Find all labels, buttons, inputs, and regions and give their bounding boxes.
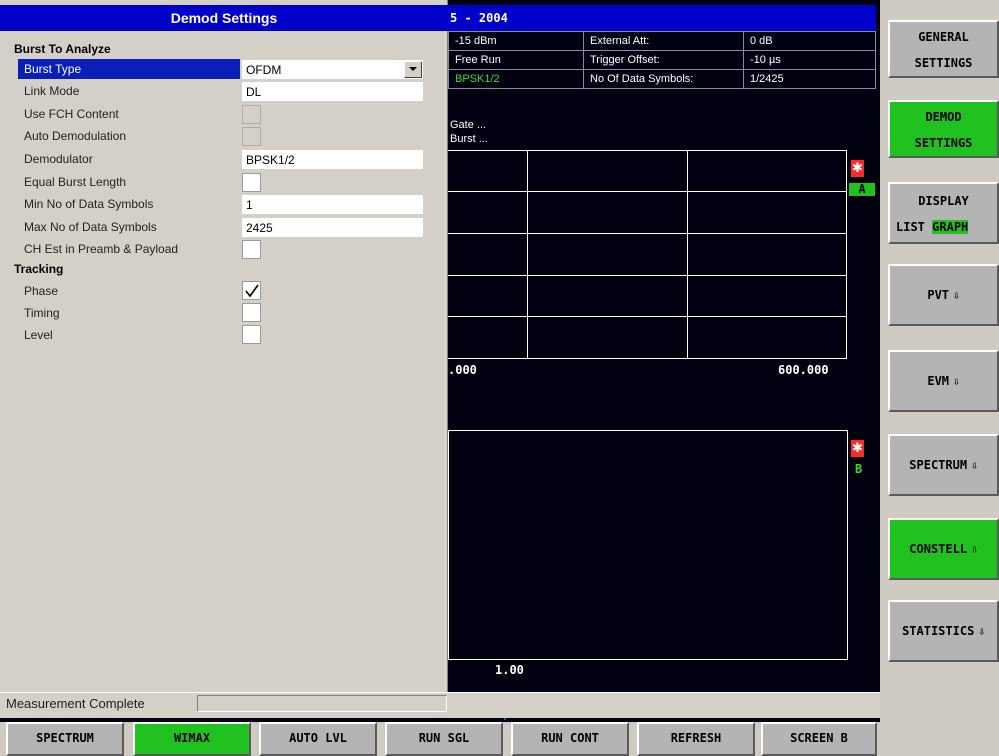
info-cell: BPSK1/2 (448, 69, 584, 89)
softkey-label: PVT ⇩ (890, 282, 997, 309)
hotkey-screen-b[interactable]: SCREEN B (761, 722, 877, 756)
info-cell: External Att: (583, 31, 744, 51)
use-fch-label: Use FCH Content (24, 107, 119, 121)
softkey-panel: GENERAL SETTINGS DEMOD SETTINGS DISPLAY … (880, 0, 999, 756)
demod-settings-dialog: Demod Settings Burst To Analyze Burst Ty… (0, 0, 448, 718)
equal-burst-label: Equal Burst Length (24, 175, 127, 189)
hotkey-spectrum[interactable]: SPECTRUM (6, 722, 124, 756)
display-mode-line: LIST GRAPH (890, 214, 997, 240)
display-softkey[interactable]: DISPLAY LIST GRAPH (888, 182, 999, 244)
submenu-arrow-icon: ⇩ (971, 459, 978, 472)
submenu-arrow-icon: ⇩ (953, 289, 960, 302)
screen-b-axis (448, 430, 848, 660)
softkey-label: DISPLAY (918, 194, 969, 208)
pvt-label: PVT (927, 288, 950, 302)
spectrum-label: SPECTRUM (909, 458, 968, 472)
info-cell: 1/2425 (743, 69, 876, 89)
section-burst-to-analyze: Burst To Analyze (14, 42, 111, 56)
screen-a-x-end: 600.000 (778, 363, 829, 377)
info-cell: -10 µs (743, 50, 876, 70)
info-cell: -15 dBm (448, 31, 584, 51)
screen-a-grid (448, 150, 847, 359)
softkey-label: DEMOD (925, 110, 962, 124)
status-text: Measurement Complete (6, 696, 145, 711)
pvt-softkey[interactable]: PVT ⇩ (888, 264, 999, 326)
info-row: Free Run Trigger Offset: -10 µs (448, 50, 876, 70)
demodulator-label: Demodulator (24, 152, 93, 166)
max-symbols-label: Max No of Data Symbols (24, 220, 157, 234)
hotkey-run-cont[interactable]: RUN CONT (511, 722, 629, 756)
section-tracking: Tracking (14, 262, 64, 276)
display-list-option: LIST (896, 220, 925, 234)
info-row: -15 dBm External Att: 0 dB (448, 31, 876, 51)
timing-checkbox[interactable] (242, 303, 261, 322)
hotkey-bar: SPECTRUM WIMAX AUTO LVL RUN SGL RUN CONT… (0, 722, 880, 756)
marker-b-icon: ✱ (851, 440, 864, 457)
hotkey-wimax[interactable]: WIMAX (133, 722, 251, 756)
phase-checkbox[interactable] (242, 281, 261, 300)
checkmark-icon (245, 284, 259, 298)
submenu-arrow-icon: ⇩ (971, 543, 978, 556)
burst-label: Burst ... (450, 133, 488, 145)
evm-softkey[interactable]: EVM ⇩ (888, 350, 999, 412)
burst-type-value: OFDM (246, 63, 282, 77)
softkey-label: STATISTICS ⇩ (890, 618, 997, 645)
info-cell: 0 dB (743, 31, 876, 51)
burst-type-label[interactable]: Burst Type (18, 59, 240, 79)
softkey-label: SETTINGS (914, 136, 973, 150)
hotkey-run-sgl[interactable]: RUN SGL (385, 722, 503, 756)
submenu-arrow-icon: ⇩ (953, 375, 960, 388)
trace-b-tag: B (855, 462, 863, 476)
link-mode-field[interactable]: DL (241, 81, 424, 102)
phase-label: Phase (24, 284, 59, 298)
demodulator-field[interactable]: BPSK1/2 (241, 149, 424, 170)
measurement-info-table: -15 dBm External Att: 0 dB Free Run Trig… (448, 31, 876, 89)
use-fch-checkbox[interactable] (242, 105, 261, 124)
constell-label: CONSTELL (909, 542, 968, 556)
burst-type-select[interactable]: OFDM (241, 59, 424, 80)
status-bar: Measurement Complete (0, 692, 880, 718)
timing-label: Timing (24, 306, 60, 320)
level-label: Level (24, 328, 53, 342)
general-settings-softkey[interactable]: GENERAL SETTINGS (888, 20, 999, 78)
link-mode-label: Link Mode (24, 84, 80, 98)
dropdown-arrow-icon[interactable] (404, 61, 422, 78)
softkey-label: CONSTELL ⇩ (890, 536, 997, 563)
softkey-label: SPECTRUM ⇩ (890, 452, 997, 479)
max-symbols-field[interactable]: 2425 (241, 217, 424, 238)
info-row: BPSK1/2 No Of Data Symbols: 1/2425 (448, 69, 876, 89)
min-symbols-label: Min No of Data Symbols (24, 197, 154, 211)
softkey-label: GENERAL (918, 30, 969, 44)
screen-b-x-start: 1.00 (495, 663, 524, 677)
statistics-label: STATISTICS (902, 624, 975, 638)
ch-est-checkbox[interactable] (242, 240, 261, 259)
auto-demod-label: Auto Demodulation (24, 129, 127, 143)
info-cell: Trigger Offset: (583, 50, 744, 70)
softkey-label: EVM ⇩ (890, 368, 997, 395)
gate-label: Gate ... (450, 119, 487, 131)
demod-settings-softkey[interactable]: DEMOD SETTINGS (888, 100, 999, 158)
dialog-title: Demod Settings (0, 5, 448, 31)
equal-burst-checkbox[interactable] (242, 173, 261, 192)
ch-est-label: CH Est in Preamb & Payload (24, 242, 179, 256)
constell-softkey[interactable]: CONSTELL ⇩ (888, 518, 999, 580)
auto-demod-checkbox[interactable] (242, 127, 261, 146)
evm-label: EVM (927, 374, 950, 388)
status-field (197, 695, 447, 712)
min-symbols-field[interactable]: 1 (241, 194, 424, 215)
level-checkbox[interactable] (242, 325, 261, 344)
measurement-title: 5 - 2004 (448, 5, 876, 31)
statistics-softkey[interactable]: STATISTICS ⇩ (888, 600, 999, 662)
softkey-label: SETTINGS (914, 56, 973, 70)
marker-a-icon: ✱ (851, 160, 864, 177)
spectrum-softkey[interactable]: SPECTRUM ⇩ (888, 434, 999, 496)
display-graph-option: GRAPH (932, 220, 969, 234)
trace-a-tag: A (849, 183, 875, 196)
hotkey-auto-lvl[interactable]: AUTO LVL (259, 722, 377, 756)
hotkey-refresh[interactable]: REFRESH (637, 722, 755, 756)
submenu-arrow-icon: ⇩ (978, 625, 985, 638)
screen-a-x-start: .000 (448, 363, 477, 377)
info-cell: Free Run (448, 50, 584, 70)
info-cell: No Of Data Symbols: (583, 69, 744, 89)
